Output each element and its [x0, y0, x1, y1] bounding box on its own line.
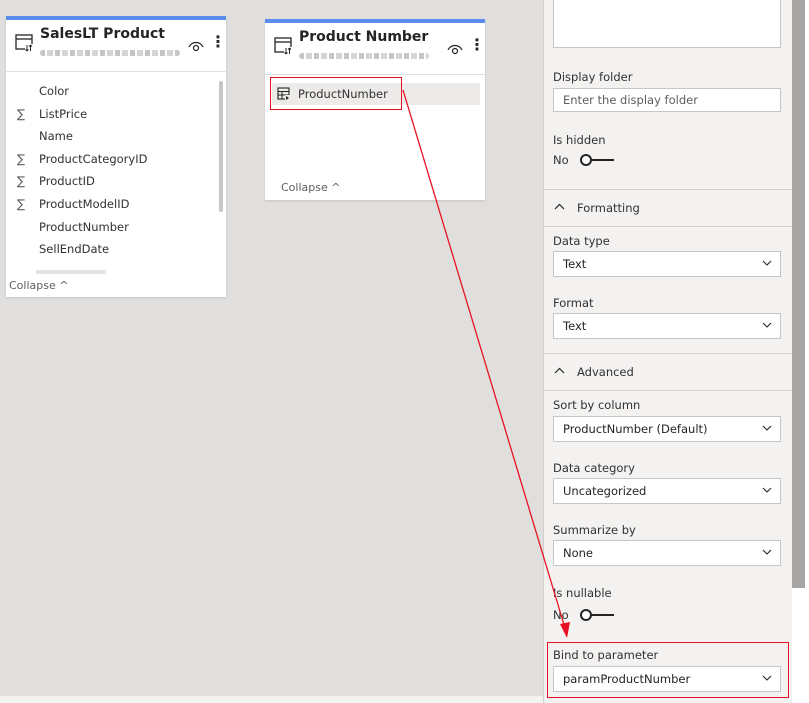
properties-panel: Display folder Enter the display folder …: [543, 0, 793, 703]
field-list-scrollbar[interactable]: [219, 81, 223, 212]
chevron-up-icon: [554, 367, 565, 374]
data-category-label: Data category: [553, 461, 635, 475]
is-hidden-label: Is hidden: [553, 133, 606, 147]
more-options-icon[interactable]: ⋮: [210, 34, 226, 50]
card-header: Product Number ⋮: [265, 23, 485, 75]
is-nullable-toggle[interactable]: No: [553, 606, 615, 624]
bind-to-parameter-label: Bind to parameter: [553, 648, 659, 662]
toggle-value: No: [553, 608, 569, 622]
chevron-down-icon: [762, 260, 772, 266]
chevron-down-icon: [762, 425, 772, 431]
chevron-down-icon: [762, 549, 772, 555]
toggle-value: No: [553, 153, 569, 167]
panel-scrollbar-thumb[interactable]: [792, 0, 805, 588]
sigma-icon: ∑: [17, 151, 26, 166]
select-value: ProductNumber (Default): [563, 422, 708, 436]
field-name: ProductNumber: [298, 87, 388, 101]
section-title: Formatting: [577, 201, 640, 215]
list-item[interactable]: ∑ ProductID: [6, 170, 226, 193]
chevron-down-icon: [762, 322, 772, 328]
list-item[interactable]: ∑ ListPrice: [6, 103, 226, 126]
field-name: ProductNumber: [39, 219, 129, 234]
data-category-select[interactable]: Uncategorized: [553, 478, 781, 504]
card-title: Product Number: [299, 29, 429, 45]
more-options-icon[interactable]: ⋮: [469, 37, 485, 53]
eye-icon[interactable]: [188, 38, 204, 54]
bind-to-parameter-select[interactable]: paramProductNumber: [553, 666, 781, 692]
card-header: SalesLT Product ⋮: [6, 20, 226, 72]
select-value: Uncategorized: [563, 484, 647, 498]
toggle-switch-icon: [579, 154, 614, 166]
is-hidden-toggle[interactable]: No: [553, 151, 615, 169]
card-subtitle-blurred: [299, 53, 429, 59]
card-subtitle-blurred: [40, 50, 180, 56]
table-icon: [274, 37, 292, 55]
is-nullable-label: Is nullable: [553, 586, 612, 600]
format-select[interactable]: Text: [553, 313, 781, 339]
select-value: None: [563, 546, 594, 560]
list-item[interactable]: ∑ ProductModelID: [6, 193, 226, 216]
list-item[interactable]: SellEndDate: [6, 238, 226, 261]
data-type-select[interactable]: Text: [553, 251, 781, 277]
table-icon: [15, 34, 33, 52]
data-type-label: Data type: [553, 234, 610, 248]
section-title: Advanced: [577, 365, 634, 379]
field-name: ProductCategoryID: [39, 151, 148, 166]
select-value: paramProductNumber: [563, 672, 691, 686]
table-card-product-number[interactable]: Product Number ⋮ ProductNumber Collapse …: [265, 19, 485, 200]
list-item[interactable]: Color: [6, 80, 226, 103]
field-name: SellEndDate: [39, 242, 110, 257]
field-name: ListPrice: [39, 106, 88, 121]
list-item[interactable]: ∑ ProductCategoryID: [6, 148, 226, 171]
sigma-icon: ∑: [17, 196, 26, 211]
field-name: ProductModelID: [39, 196, 130, 211]
toggle-switch-icon: [579, 609, 614, 621]
chevron-down-icon: [762, 487, 772, 493]
column-icon: [277, 87, 291, 101]
list-item[interactable]: Name: [6, 125, 226, 148]
display-folder-input[interactable]: Enter the display folder: [553, 88, 781, 112]
collapse-link[interactable]: Collapse ^: [9, 279, 68, 292]
advanced-section-header[interactable]: Advanced: [544, 353, 793, 391]
sort-by-label: Sort by column: [553, 398, 641, 412]
select-value: Text: [563, 257, 587, 271]
field-name: Name: [39, 129, 73, 144]
formatting-section-header[interactable]: Formatting: [544, 189, 793, 227]
chevron-down-icon: [762, 675, 772, 681]
list-item[interactable]: ProductNumber: [272, 83, 480, 105]
display-folder-label: Display folder: [553, 70, 633, 84]
field-list-fade: [36, 270, 106, 274]
eye-icon[interactable]: [447, 41, 463, 57]
summarize-by-select[interactable]: None: [553, 540, 781, 566]
sigma-icon: ∑: [17, 174, 26, 189]
field-list: Color ∑ ListPrice Name ∑ ProductCategoryID…: [6, 72, 226, 261]
list-item[interactable]: ProductNumber: [6, 216, 226, 239]
sigma-icon: ∑: [17, 106, 26, 121]
table-card-saleslt-product[interactable]: SalesLT Product ⋮ Color ∑ ListPrice Name …: [6, 16, 226, 297]
sort-by-select[interactable]: ProductNumber (Default): [553, 416, 781, 442]
description-textarea[interactable]: [553, 0, 781, 48]
canvas-bottom-bar: [0, 696, 543, 703]
summarize-by-label: Summarize by: [553, 523, 636, 537]
format-label: Format: [553, 296, 594, 310]
select-value: Text: [563, 319, 587, 333]
field-name: ProductID: [39, 174, 95, 189]
collapse-link[interactable]: Collapse ^: [281, 181, 340, 194]
field-name: Color: [39, 84, 70, 98]
chevron-up-icon: [554, 203, 565, 210]
card-title: SalesLT Product: [40, 26, 165, 42]
